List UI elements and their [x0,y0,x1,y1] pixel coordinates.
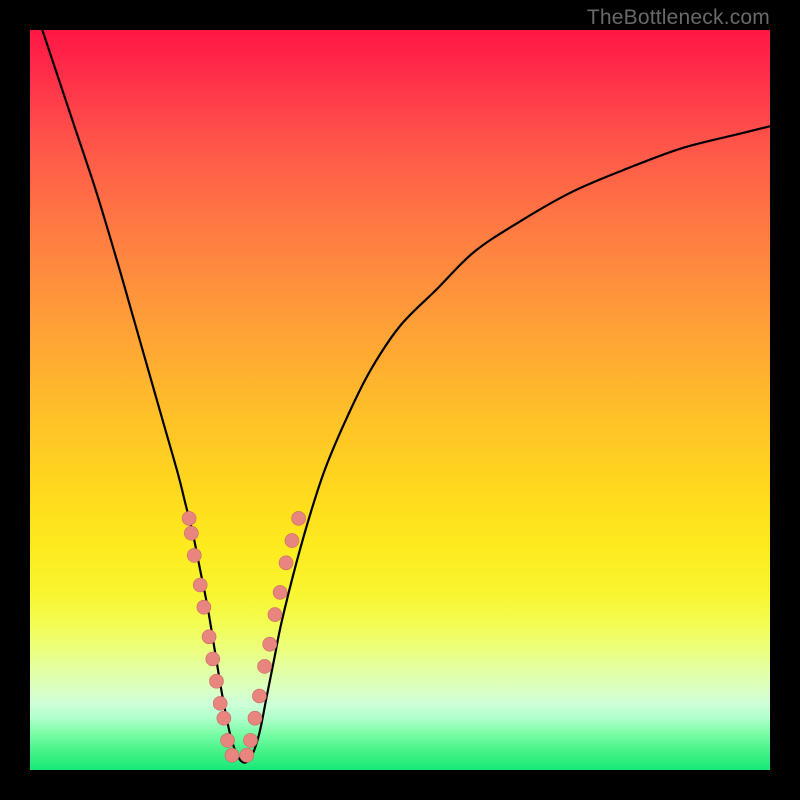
curve-marker [202,630,216,644]
curve-marker [213,696,227,710]
chart-frame: TheBottleneck.com [0,0,800,800]
curve-marker [197,600,211,614]
curve-marker [187,548,201,562]
curve-marker [285,534,299,548]
curve-marker [248,711,262,725]
curve-marker [258,659,272,673]
curve-marker [273,585,287,599]
plot-area [30,30,770,770]
markers-right-cluster [240,511,306,762]
curve-marker [182,511,196,525]
curve-marker [240,748,254,762]
curve-marker [252,689,266,703]
curve-marker [292,511,306,525]
curve-marker [221,733,235,747]
bottleneck-curve-svg [30,30,770,770]
markers-left-cluster [182,511,239,762]
curve-marker [217,711,231,725]
curve-marker [268,608,282,622]
curve-marker [244,733,258,747]
curve-marker [225,748,239,762]
attribution-label: TheBottleneck.com [587,6,770,30]
curve-marker [263,637,277,651]
curve-marker [193,578,207,592]
curve-marker [184,526,198,540]
bottleneck-curve-path [30,30,770,763]
curve-marker [206,652,220,666]
curve-marker [279,556,293,570]
curve-marker [209,674,223,688]
